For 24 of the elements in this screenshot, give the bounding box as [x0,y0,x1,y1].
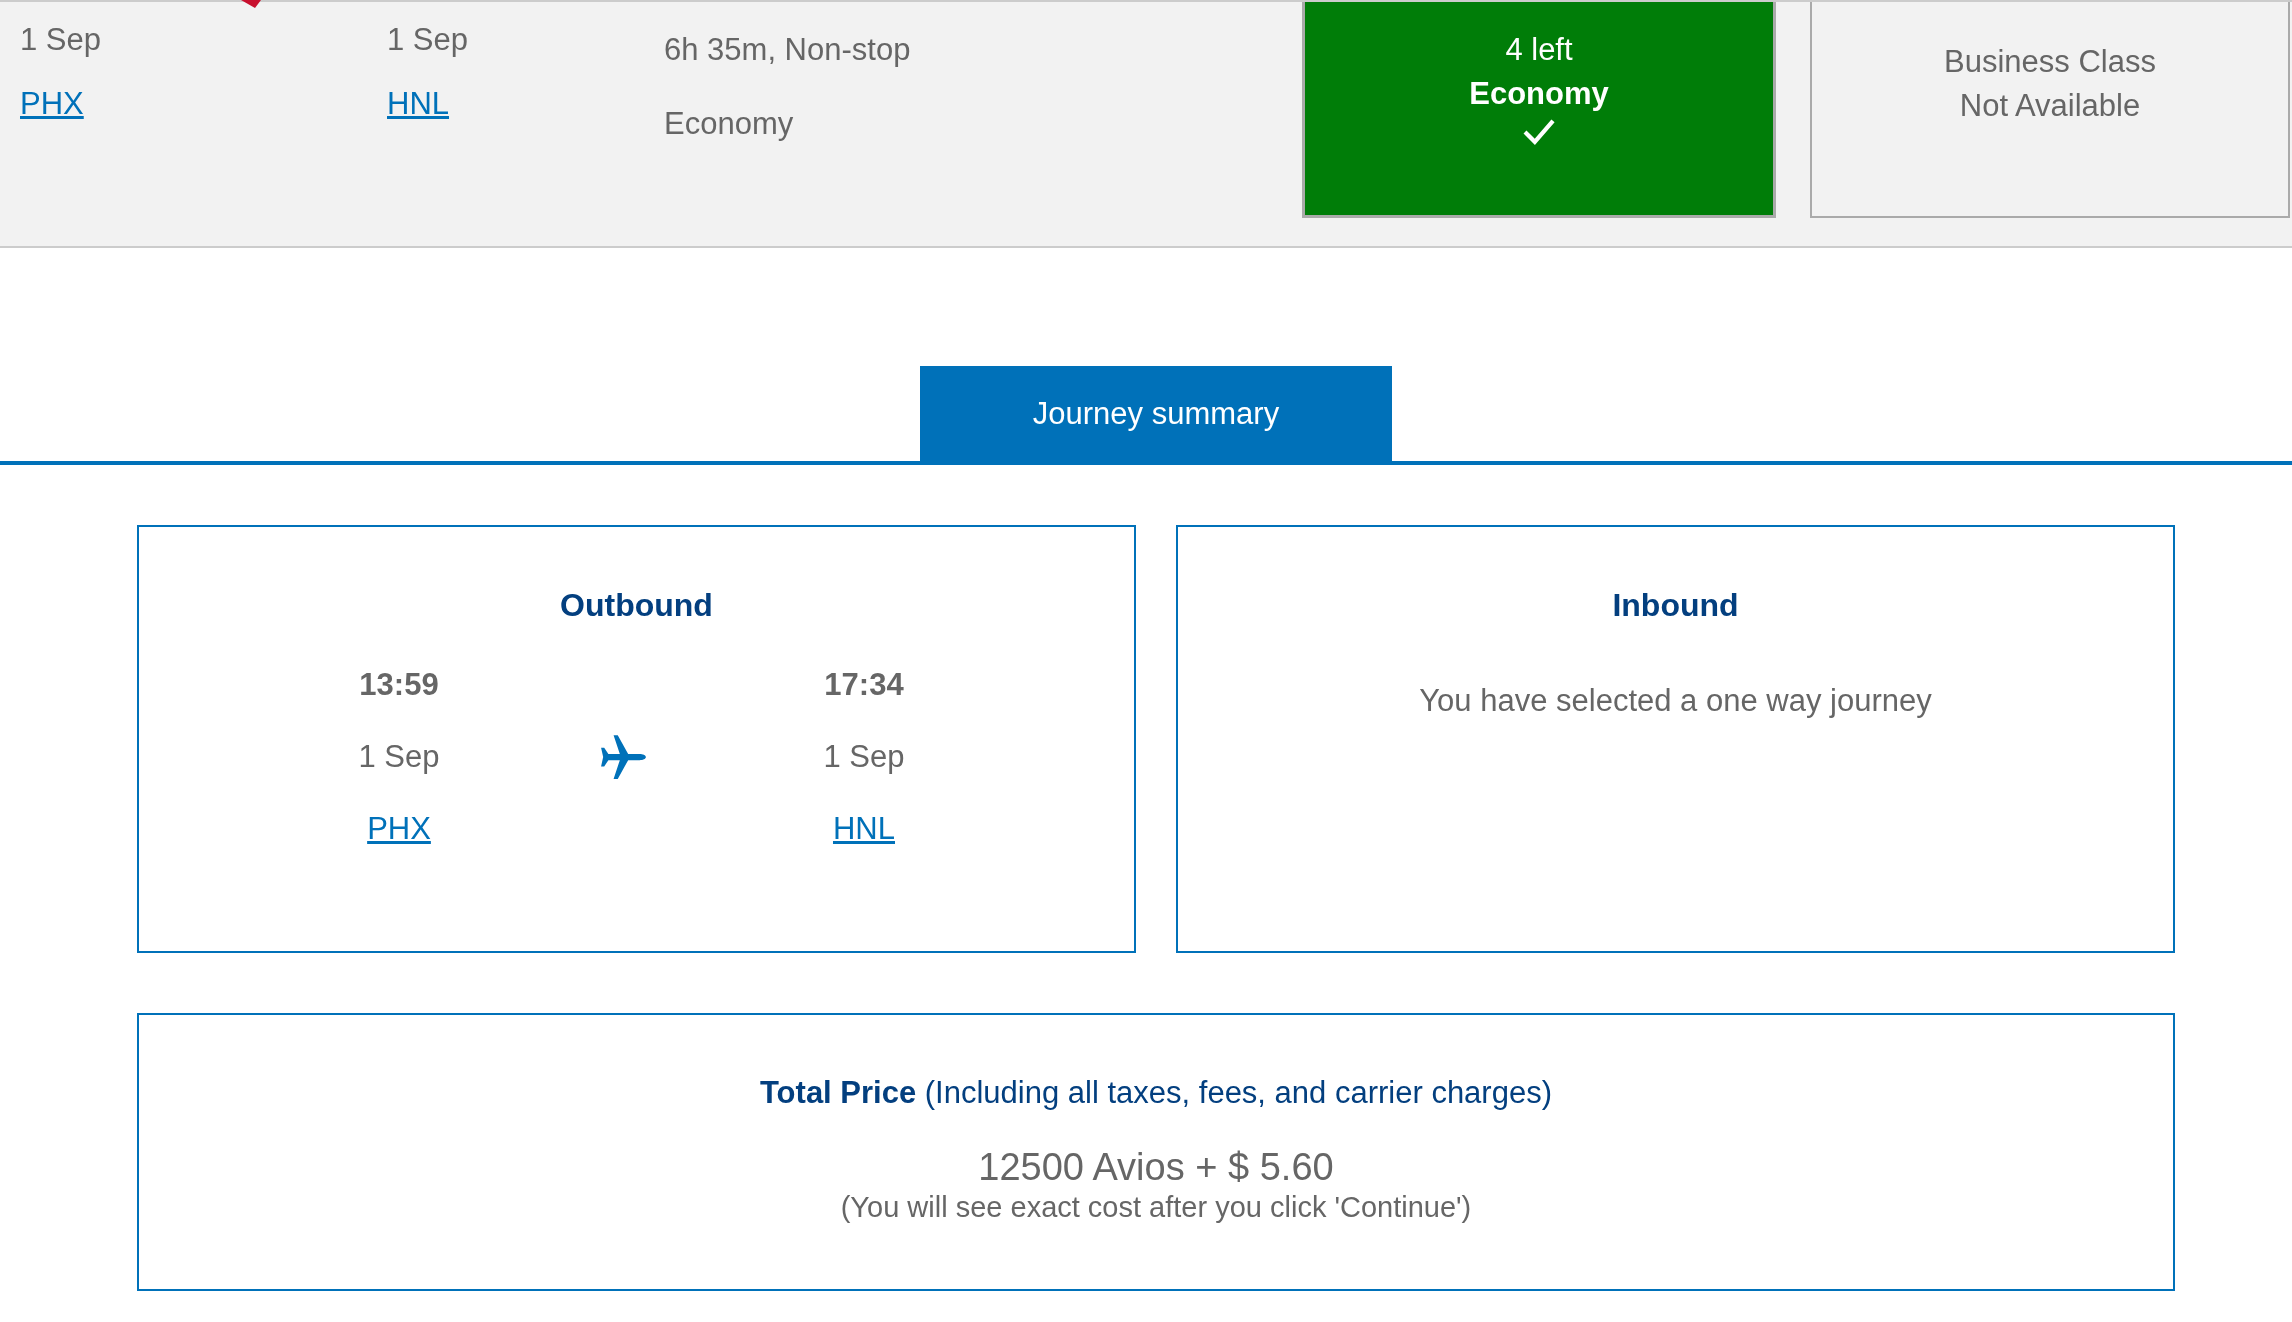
total-price: 12500 Avios + $ 5.60 [978,1145,1334,1189]
price-note: (You will see exact cost after you click 'Continue') [840,1190,1472,1225]
card-title: Outbound [560,586,713,625]
airport-link[interactable]: PHX [367,809,431,849]
departure-date: 1 Sep [358,738,440,776]
total-price-label: Total Price (Including all taxes, fees, and carrier charges) [760,1074,1552,1112]
fare-option[interactable]: 4 left Economy [1302,2,1776,218]
card-title: Inbound [1612,586,1739,625]
fare-unavailable: Business Class Not Available [1810,2,2290,218]
departure-date: 1 Sep [20,22,101,58]
airplane-icon [599,732,649,782]
airport-link[interactable]: HNL [833,809,895,849]
journey-summary-tab[interactable]: Journey summary [920,366,1392,461]
ribbon-icon [240,0,262,8]
check-icon [1522,118,1556,146]
arrival-time: 17:34 [824,666,904,704]
airport-link[interactable]: PHX [20,86,84,122]
flight-duration: 6h 35m, Non-stop [664,32,911,68]
inbound-message: You have selected a one way journey [1419,682,1932,720]
arrival-date: 1 Sep [387,22,468,58]
arrival-date: 1 Sep [823,738,905,776]
cabin-name: Economy [664,106,794,142]
airport-link[interactable]: HNL [387,86,449,122]
departure-time: 13:59 [359,666,439,704]
